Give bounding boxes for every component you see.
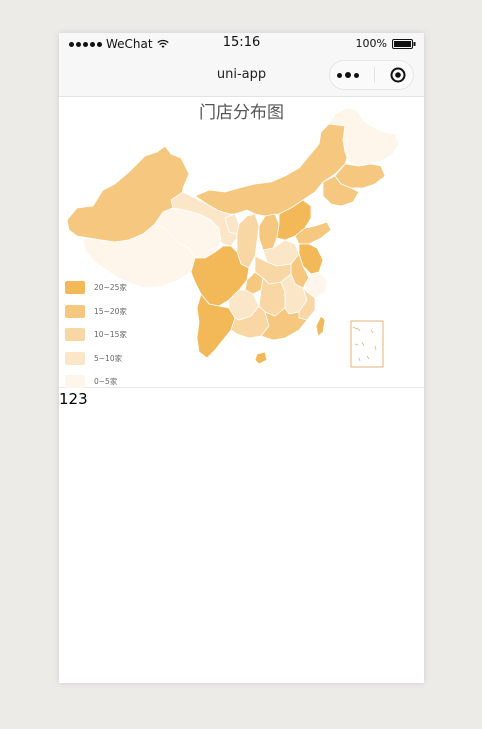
legend-label: 0~5家 xyxy=(94,377,118,387)
capsule-divider xyxy=(373,67,375,83)
legend-label: 5~10家 xyxy=(94,353,123,363)
legend-label: 15~20家 xyxy=(94,306,127,316)
legend-item-15-20[interactable]: 15~20家 xyxy=(65,300,127,324)
legend-label: 20~25家 xyxy=(94,283,127,293)
legend-item-10-15[interactable]: 10~15家 xyxy=(65,323,127,347)
target-circle-icon[interactable] xyxy=(390,67,406,83)
menu-capsule xyxy=(329,60,414,90)
legend-swatch xyxy=(65,281,85,295)
legend-label: 10~15家 xyxy=(94,330,127,340)
legend-item-5-10[interactable]: 5~10家 xyxy=(65,347,127,371)
legend-swatch xyxy=(65,375,85,389)
legend-swatch xyxy=(65,351,85,365)
more-dots-icon[interactable] xyxy=(337,72,360,78)
battery-percent: 100% xyxy=(355,37,387,50)
region-hainan xyxy=(254,351,268,365)
legend-swatch xyxy=(65,304,85,318)
content-text: 123 xyxy=(59,390,88,408)
legend-item-20-25[interactable]: 20~25家 xyxy=(65,276,127,300)
region-taiwan xyxy=(315,315,326,337)
battery-icon xyxy=(392,38,416,49)
status-right: 100% xyxy=(356,37,416,50)
region-inner-mongolia xyxy=(194,119,350,217)
status-bar: WeChat 15:16 100% xyxy=(59,33,424,55)
south-china-sea-inset xyxy=(350,320,384,368)
navigation-bar: uni-app xyxy=(59,55,424,97)
phone-frame: WeChat 15:16 100% uni-app 门店分布图 20~25家 1… xyxy=(59,33,424,683)
map-legend: 20~25家 15~20家 10~15家 5~10家 0~5家 xyxy=(65,276,127,394)
region-shanxi xyxy=(258,213,280,251)
legend-swatch xyxy=(65,328,85,342)
chart-title: 门店分布图 xyxy=(199,103,284,123)
map-chart: 门店分布图 20~25家 15~20家 10~15家 5~10家 0~5家 xyxy=(59,96,424,389)
